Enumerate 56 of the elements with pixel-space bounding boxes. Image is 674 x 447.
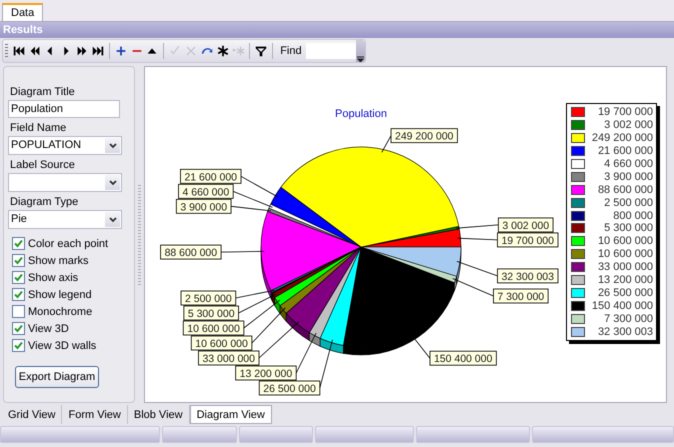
legend-label: 7 300 000 (603, 312, 653, 325)
checkbox-label: View 3D (28, 322, 69, 334)
checkbox-label: Show marks (28, 254, 89, 266)
chart-title: Population (335, 108, 387, 120)
value-label: 32 300 003 (456, 261, 558, 284)
field-label: Field Name (10, 122, 68, 134)
data-label: 2 500 000 (185, 293, 232, 305)
checkbox-label: Color each point (28, 238, 108, 250)
legend-label: 3 900 000 (603, 170, 653, 183)
value-label: 88 600 000 (160, 244, 264, 260)
value-label: 2 500 000 (180, 290, 275, 306)
legend-label: 21 600 000 (596, 145, 653, 158)
data-label: 150 400 000 (434, 353, 492, 366)
data-label: 21 600 000 (184, 171, 238, 184)
field-label: Diagram Title (10, 86, 76, 98)
data-label: 3 900 000 (180, 201, 228, 214)
data-label: 249 200 000 (395, 130, 454, 143)
legend-label: 249 200 000 (590, 132, 653, 144)
legend-label: 2 500 000 (603, 196, 653, 209)
legend-label: 88 600 000 (596, 184, 653, 196)
legend-label: 26 500 000 (596, 286, 653, 299)
data-label: 88 600 000 (164, 247, 218, 260)
data-label: 13 200 000 (240, 368, 292, 380)
data-label: 3 002 000 (502, 220, 550, 232)
data-label: 5 300 000 (188, 308, 235, 320)
data-label: 7 300 000 (497, 291, 544, 304)
data-label: 4 660 000 (182, 186, 230, 198)
field-label: Label Source (10, 159, 76, 171)
legend-label: 32 300 003 (596, 326, 653, 338)
legend-label: 800 000 (612, 210, 653, 222)
value-label: 249 200 000 (381, 128, 458, 153)
find-label: Find (279, 45, 303, 57)
checkbox-label: Show legend (28, 288, 92, 300)
legend-label: 10 600 000 (596, 248, 653, 260)
value-label: 19 700 000 (457, 232, 558, 248)
legend-label: 33 000 000 (596, 261, 653, 274)
data-label: 10 600 000 (195, 338, 248, 350)
field-label: Diagram Type (10, 196, 80, 208)
value-label: 3 900 000 (176, 198, 272, 214)
legend-label: 13 200 000 (596, 274, 653, 286)
value-label: 3 002 000 (456, 218, 554, 232)
legend-label: 4 660 000 (603, 158, 653, 170)
legend-label: 10 600 000 (596, 235, 653, 248)
legend-label: 5 300 000 (603, 222, 653, 234)
data-label: 10 600 000 (187, 323, 240, 335)
data-label: 33 000 000 (202, 353, 256, 365)
data-label: 26 500 000 (263, 383, 316, 395)
checkbox-label: Monochrome (28, 306, 92, 318)
value-label: 150 400 000 (408, 331, 497, 366)
panel-header: Results (0, 22, 674, 38)
legend-label: 3 002 000 (603, 119, 653, 132)
checkbox-label: Show axis (28, 272, 78, 284)
data-label: 19 700 000 (501, 234, 554, 247)
legend-label: 19 700 000 (596, 106, 653, 118)
checkbox-label: View 3D walls (28, 340, 96, 352)
legend-label: 150 400 000 (590, 300, 653, 312)
